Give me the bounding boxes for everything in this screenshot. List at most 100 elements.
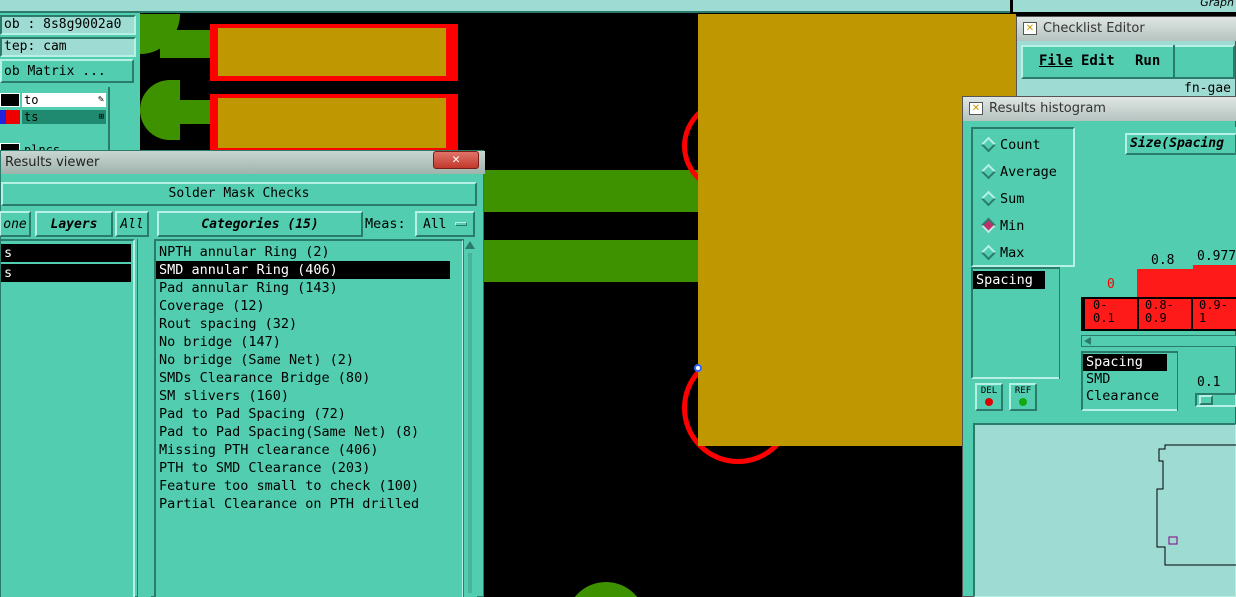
trace-segment	[484, 170, 700, 212]
scale-value: 0.1	[1197, 375, 1221, 390]
main-toolbar	[0, 0, 1010, 13]
menu-divider	[1173, 45, 1175, 79]
histogram-titlebar[interactable]: ✕ Results histogram	[963, 97, 1236, 121]
layer-swatch	[0, 93, 20, 107]
histogram-bar[interactable]	[1193, 265, 1236, 297]
scroll-left-icon[interactable]	[1084, 337, 1091, 345]
scroll-track[interactable]	[468, 253, 472, 593]
category-item[interactable]: No bridge (Same Net) (2)	[156, 351, 462, 369]
grid-icon: ⊞	[98, 112, 104, 122]
radio-label: Average	[1000, 163, 1057, 180]
step-name-field: tep: cam	[0, 37, 136, 57]
list-item[interactable]: SMD	[1083, 371, 1177, 388]
category-item[interactable]: Pad to Pad Spacing (72)	[156, 405, 462, 423]
radio-diamond-icon[interactable]	[980, 190, 997, 207]
histogram-hscroll[interactable]	[1081, 335, 1236, 347]
all-button[interactable]: All	[115, 211, 149, 237]
category-item[interactable]: Coverage (12)	[156, 297, 462, 315]
left-list-scrollbar[interactable]	[137, 239, 151, 597]
aggregate-radio-group: Count Average Sum Min Max	[971, 127, 1075, 267]
del-label: DEL	[980, 386, 998, 396]
radio-diamond-icon[interactable]	[980, 136, 997, 153]
app-icon: ✕	[969, 102, 983, 115]
menu-edit[interactable]: Edit	[1081, 53, 1115, 69]
radio-label: Max	[1000, 244, 1025, 261]
check-group-header: Solder Mask Checks	[1, 182, 477, 206]
bar-value-label: 0	[1107, 277, 1115, 292]
cursor-marker	[694, 364, 702, 372]
category-item[interactable]: Pad to Pad Spacing(Same Net) (8)	[156, 423, 462, 441]
list-item[interactable]: Clearance	[1083, 388, 1177, 405]
categories-scrollbar[interactable]	[463, 239, 477, 597]
results-histogram-window: ✕ Results histogram Count Average Sum Min Ma…	[962, 96, 1236, 597]
list-item[interactable]: s	[1, 244, 131, 262]
meas-label: Meas:	[365, 216, 406, 232]
checklist-editor-titlebar[interactable]: ✕ Checklist Editor	[1017, 17, 1236, 41]
histogram-bar[interactable]	[1137, 269, 1193, 297]
category-item[interactable]: SMDs Clearance Bridge (80)	[156, 369, 462, 387]
bin-range[interactable]: 0.8- 0.9	[1139, 299, 1191, 329]
list-item[interactable]: Spacing	[1083, 354, 1167, 371]
category-item[interactable]: Partial Clearance on PTH drilled	[156, 495, 462, 513]
measure-list[interactable]: Spacing	[971, 267, 1061, 379]
category-item[interactable]: PTH to SMD Clearance (203)	[156, 459, 462, 477]
none-button[interactable]: one	[0, 211, 31, 237]
scroll-up-icon[interactable]	[465, 241, 475, 249]
radio-diamond-icon[interactable]	[980, 244, 997, 261]
job-matrix-button[interactable]: ob Matrix ...	[0, 59, 134, 83]
radio-average[interactable]: Average	[973, 158, 1073, 185]
list-item[interactable]: s	[1, 264, 131, 282]
window-title: Checklist Editor	[1043, 21, 1145, 36]
categories-button[interactable]: Categories (15)	[157, 211, 363, 237]
list-item[interactable]: Spacing	[973, 271, 1045, 289]
board-outline-icon	[1156, 444, 1236, 566]
menu-file[interactable]: File	[1039, 53, 1073, 69]
window-title: Results viewer	[5, 155, 100, 170]
results-viewer-titlebar[interactable]: Results viewer ✕	[1, 151, 485, 174]
radio-max[interactable]: Max	[973, 239, 1073, 266]
layers-button[interactable]: Layers	[35, 211, 113, 237]
bin-range[interactable]: 0.9- 1	[1193, 299, 1236, 329]
via-pad	[566, 582, 646, 597]
category-item[interactable]: No bridge (147)	[156, 333, 462, 351]
category-item[interactable]: SM slivers (160)	[156, 387, 462, 405]
size-axis-label: Size(Spacing	[1125, 133, 1236, 155]
meas-dropdown[interactable]: All	[415, 211, 475, 237]
radio-count[interactable]: Count	[973, 131, 1073, 158]
board-preview[interactable]	[973, 423, 1236, 597]
radio-sum[interactable]: Sum	[973, 185, 1073, 212]
category-item[interactable]: Missing PTH clearance (406)	[156, 441, 462, 459]
category-item[interactable]: NPTH annular Ring (2)	[156, 243, 462, 261]
radio-min[interactable]: Min	[973, 212, 1073, 239]
app-icon: ✕	[1023, 22, 1037, 35]
green-dot-icon	[1019, 398, 1027, 406]
categories-list[interactable]: NPTH annular Ring (2) SMD annular Ring (4…	[154, 239, 464, 597]
category-item[interactable]: Rout spacing (32)	[156, 315, 462, 333]
radio-label: Count	[1000, 136, 1041, 153]
filter-list-scrollbar[interactable]	[1177, 351, 1191, 411]
layer-item-to[interactable]: to ✎	[22, 93, 106, 107]
menu-run[interactable]: Run	[1135, 53, 1160, 69]
radio-label: Sum	[1000, 190, 1025, 207]
radio-diamond-icon[interactable]	[980, 217, 997, 234]
category-item[interactable]: Feature too small to check (100)	[156, 477, 462, 495]
layer-item-ts[interactable]: ts ⊞	[22, 110, 106, 124]
bar-value-label: 0.977	[1197, 249, 1236, 264]
radio-label: Min	[1000, 217, 1025, 234]
category-item[interactable]: SMD annular Ring (406)	[156, 261, 450, 279]
bin-range[interactable]: 0- 0.1	[1085, 299, 1137, 329]
results-viewer-window: Results viewer ✕ Solder Mask Checks one …	[0, 150, 485, 597]
close-button[interactable]: ✕	[433, 151, 479, 169]
slider-thumb[interactable]	[1199, 395, 1213, 405]
smd-pad	[218, 98, 446, 148]
edit-icon: ✎	[97, 94, 104, 105]
category-item[interactable]: Pad annular Ring (143)	[156, 279, 462, 297]
bin-range-row: 0- 0.1 0.8- 0.9 0.9- 1	[1081, 297, 1236, 331]
scale-slider[interactable]	[1195, 393, 1236, 407]
radio-diamond-icon[interactable]	[980, 163, 997, 180]
ref-button[interactable]: REF	[1009, 383, 1037, 411]
del-button[interactable]: DEL	[975, 383, 1003, 411]
layer-results-list[interactable]: s s	[0, 239, 135, 597]
measure-list-scrollbar[interactable]	[1059, 267, 1073, 379]
filter-list[interactable]: Spacing SMD Clearance	[1081, 351, 1179, 411]
